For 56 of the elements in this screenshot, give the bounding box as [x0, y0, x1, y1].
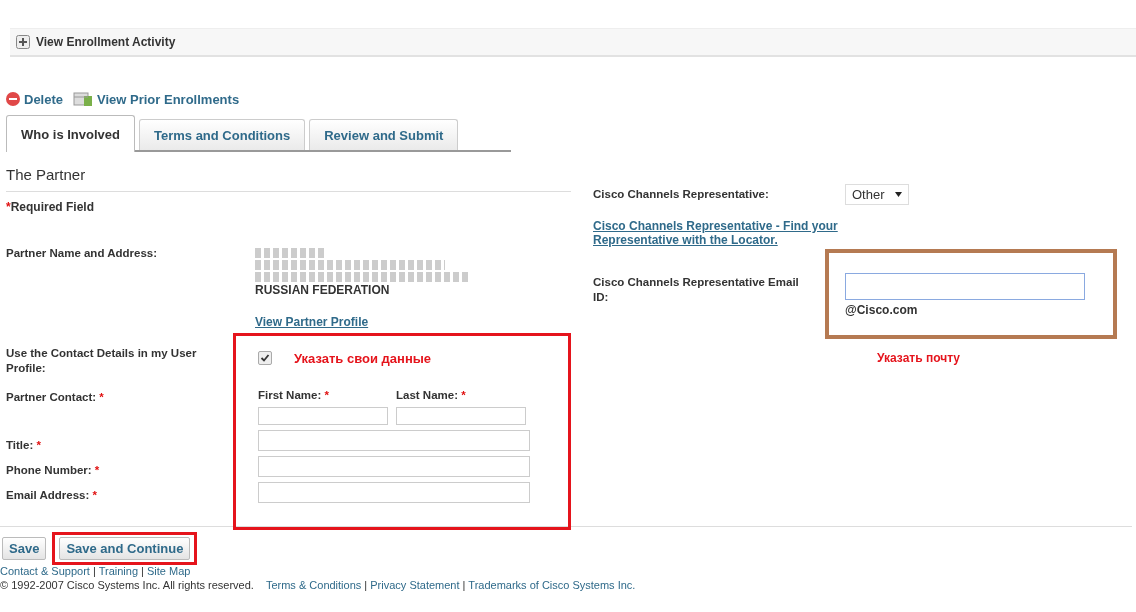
email-suffix: @Cisco.com [845, 303, 919, 317]
separator: | [92, 565, 96, 577]
footer-link[interactable]: Training [98, 565, 138, 577]
tab[interactable]: Terms and Conditions [138, 119, 306, 150]
field-label: Phone Number: * [6, 463, 101, 478]
field-label: Partner Name and Address: [6, 246, 159, 261]
input-field[interactable] [396, 407, 526, 425]
footer-link[interactable]: Trademarks of Cisco Systems Inc. [468, 579, 636, 591]
check-icon [260, 353, 270, 363]
field-label: Use the Contact Details in my User Profile: [6, 346, 198, 376]
footer-link[interactable]: Privacy Statement [370, 579, 460, 591]
tab[interactable]: Who is Involved [6, 115, 135, 152]
action-link[interactable]: View Prior Enrollments [73, 91, 240, 107]
delete-icon [6, 92, 20, 106]
table-icon [73, 91, 94, 107]
save-continue-button[interactable]: Save and Continue [59, 537, 191, 560]
address-line: RUSSIAN FEDERATION [255, 284, 391, 297]
footer-link[interactable]: Site Map [147, 565, 191, 577]
locator-link[interactable]: Cisco Channels Representative - Find your Representative with the Locator. [593, 219, 838, 247]
separator: | [364, 579, 368, 591]
save-button[interactable]: Save [2, 537, 47, 560]
section-title: The Partner [6, 166, 571, 192]
required-mark: * [92, 489, 97, 501]
required-mark: * [94, 464, 100, 476]
copyright-text: © 1992-2007 Cisco Systems Inc. All rights reserved. [0, 579, 254, 591]
footer-link[interactable]: Contact & Support [0, 565, 90, 577]
caret-icon [894, 192, 902, 197]
field-label: Email Address: * [6, 488, 98, 503]
field-label: Cisco Channels Representative Email ID: [593, 275, 800, 305]
required-mark: * [324, 389, 329, 401]
field-label: Last Name: * [396, 388, 467, 403]
tab[interactable]: Review and Submit [309, 119, 459, 150]
action-link[interactable]: Delete [6, 91, 64, 107]
annotation-text: Указать почту [877, 351, 961, 365]
input-field[interactable] [258, 407, 388, 425]
checkbox[interactable] [258, 351, 272, 365]
redaction-mark [255, 248, 325, 258]
partner-profile-link[interactable]: View Partner Profile [255, 315, 369, 329]
separator: | [141, 565, 144, 577]
dropdown[interactable]: Other [845, 184, 909, 205]
field-label: Partner Contact: * [6, 390, 105, 405]
field-label: Cisco Channels Representative: [593, 187, 770, 202]
annotation-text: Указать свои данные [294, 350, 432, 366]
enrollment-activity-bar[interactable]: View Enrollment Activity [10, 28, 1136, 57]
required-mark: * [461, 389, 466, 401]
separator: | [462, 579, 466, 591]
field-label: Title: * [6, 438, 42, 453]
footer-link[interactable]: Terms & Conditions [265, 579, 362, 591]
input-field[interactable] [258, 456, 530, 477]
field-label: First Name: * [258, 388, 330, 403]
input-field[interactable] [258, 430, 530, 451]
email-field[interactable] [845, 273, 1085, 300]
required-mark: * [99, 391, 104, 403]
required-mark: * [36, 439, 41, 451]
required-note: *Required Field [6, 200, 95, 214]
input-field[interactable] [258, 482, 530, 503]
